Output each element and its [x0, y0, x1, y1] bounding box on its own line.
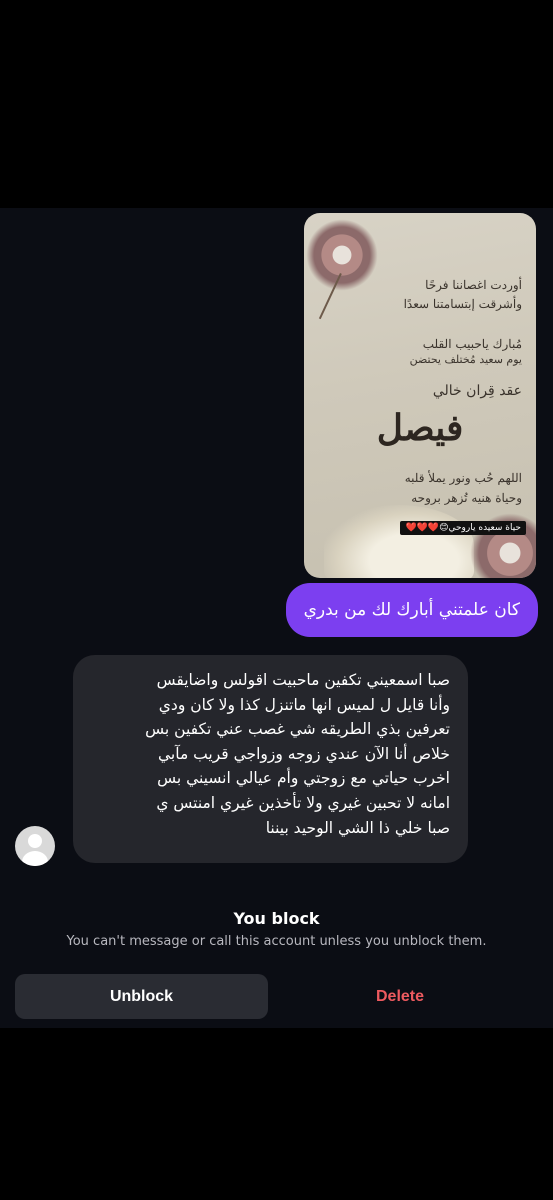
card-text-line: يوم سعيد مُختلف يحتضن — [409, 353, 522, 366]
avatar-head-icon — [28, 834, 42, 848]
card-text-line: اللهم حُب ونور يملأ قلبه — [404, 471, 522, 485]
message-line: صبا اسمعيني تكفين ماحبيت اقولس واضايقس — [156, 671, 450, 689]
hearts-emoji: ❤️❤️❤️ — [405, 523, 440, 533]
avatar-body-icon — [22, 851, 48, 866]
sent-message-text: كان علمتني أبارك لك من بدري — [303, 600, 520, 620]
chat-thread: أوردت اغصاننا فرحًا وأشرقت إبتسامتنا سعد… — [0, 208, 553, 1028]
lily-decoration — [324, 505, 474, 578]
message-line: صبا خلي ذا الشي الوحيد بيننا — [265, 818, 450, 837]
unblock-button[interactable]: Unblock — [15, 974, 268, 1019]
message-line: خلاص أنا الآن عندي زوجه وزواجي قريب مآبي — [157, 744, 450, 763]
card-text-line: عقد قِران خالي — [432, 383, 522, 399]
message-line: امانه لا تحبين غيري ولا تأخذين غيري امنت… — [156, 793, 450, 812]
story-caption: حياة سعيده ياروحي😊❤️❤️❤️ — [400, 521, 526, 535]
message-line: تعرفين بذي الطريقه شي غصب عني تكفين بس — [145, 720, 450, 739]
sent-message-bubble[interactable]: كان علمتني أبارك لك من بدري — [285, 583, 538, 637]
card-name: فيصل — [376, 407, 464, 449]
screen: أوردت اغصاننا فرحًا وأشرقت إبتسامتنا سعد… — [0, 0, 553, 1200]
block-notice-title: You block — [233, 909, 320, 928]
message-line: اخرب حياتي مع زوجتي وأم عيالي انسيني بس — [157, 769, 450, 788]
flower-decoration — [306, 219, 378, 291]
card-text-line: وأشرقت إبتسامتنا سعدًا — [403, 297, 522, 311]
shared-story-card[interactable]: أوردت اغصاننا فرحًا وأشرقت إبتسامتنا سعد… — [304, 213, 536, 578]
caption-text: حياة سعيده ياروحي😊 — [439, 523, 521, 533]
avatar[interactable] — [15, 826, 55, 866]
received-message-bubble[interactable]: صبا اسمعيني تكفين ماحبيت اقولس واضايقس و… — [73, 655, 468, 863]
card-text-line: أوردت اغصاننا فرحًا — [425, 278, 522, 292]
delete-button[interactable]: Delete — [300, 974, 500, 1019]
card-text-line: وحياة هنيه تُزهر بروحه — [411, 491, 522, 505]
block-notice-subtitle: You can't message or call this account u… — [66, 934, 487, 949]
message-line: وأنا قايل ل لميس انها ماتنزل كذا ولا كان… — [158, 695, 450, 714]
card-text-line: مُبارك ياحبيب القلب — [422, 337, 522, 351]
